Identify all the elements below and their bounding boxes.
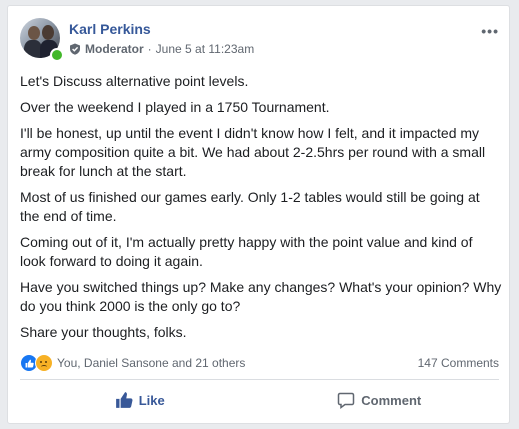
divider [20,379,499,380]
post-paragraph: Let's Discuss alternative point levels. [20,73,249,89]
action-bar: Like Comment [20,383,499,417]
comment-icon [338,392,355,409]
sad-reaction-icon [35,354,53,372]
more-options-icon[interactable]: ••• [481,23,499,39]
post-paragraph: Share your thoughts, folks. [20,324,187,340]
post-paragraph: Have you switched things up? Make any ch… [20,279,502,314]
author-name[interactable]: Karl Perkins [69,21,151,37]
post-timestamp[interactable]: June 5 at 11:23am [156,42,255,56]
like-label: Like [138,392,165,408]
reactions-bar: You, Daniel Sansone and 21 others 147 Co… [20,352,499,374]
like-button[interactable]: Like [20,383,260,417]
comment-button[interactable]: Comment [260,383,500,417]
thumbs-up-icon [115,392,133,408]
reaction-icons[interactable] [20,354,53,372]
post-paragraph: I'll be honest, up until the event I did… [20,125,486,179]
post-meta: Moderator · June 5 at 11:23am [69,42,254,56]
moderator-badge: Moderator [85,42,144,56]
meta-separator: · [147,42,152,56]
post-body: Let's Discuss alternative point levels. … [20,72,502,349]
post-card: Karl Perkins Moderator · June 5 at 11:23… [7,5,510,424]
reactors-summary[interactable]: You, Daniel Sansone and 21 others [57,356,418,370]
post-paragraph: Over the weekend I played in a 1750 Tour… [20,99,330,115]
moderator-shield-icon [70,43,80,55]
online-status-icon [50,48,64,62]
comment-label: Comment [361,392,422,408]
comments-count[interactable]: 147 Comments [418,356,499,370]
post-paragraph: Coming out of it, I'm actually pretty ha… [20,234,473,269]
post-paragraph: Most of us finished our games early. Onl… [20,189,480,224]
